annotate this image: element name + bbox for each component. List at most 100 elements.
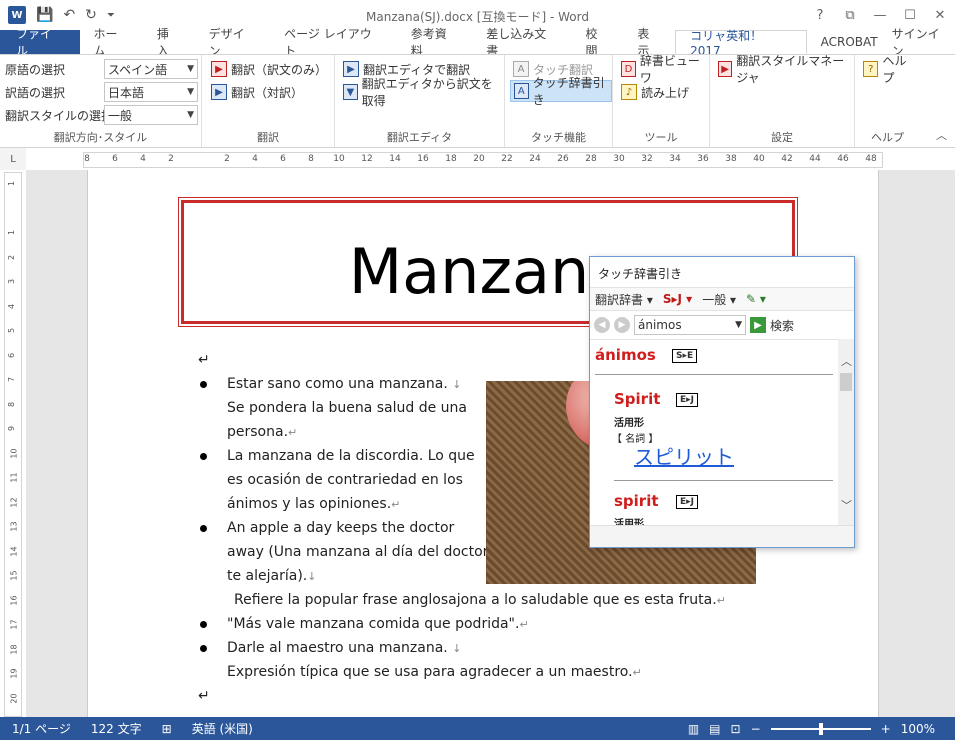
tab-file[interactable]: ファイル bbox=[0, 27, 80, 58]
style-manager-button[interactable]: ▶ 翻訳スタイルマネージャ bbox=[715, 54, 854, 85]
text-line[interactable]: "Más vale manzana comida que podrida".↵ bbox=[227, 616, 529, 632]
redo-icon[interactable]: ↻ bbox=[85, 7, 97, 23]
touch-dictionary-button[interactable]: A タッチ辞書引き bbox=[510, 76, 612, 107]
ruler-tick: 28 bbox=[585, 154, 597, 164]
ruler-tick: 2 bbox=[224, 154, 230, 164]
status-bar: 1/1 ページ 122 文字 ⊞ 英語 (米国) ▥ ▤ ⊡ − + 100% bbox=[0, 717, 955, 740]
dictionary-select[interactable]: 翻訳辞書 ▾ bbox=[595, 291, 653, 308]
collapse-ribbon-icon[interactable]: ︿ bbox=[936, 127, 947, 143]
vertical-ruler[interactable]: 1 1 2 3 4 5 6 7 8 9 10 11 12 13 14 15 16 17 18 19 20 bbox=[4, 172, 22, 717]
zoom-slider-knob[interactable] bbox=[818, 722, 823, 735]
popup-scrollbar[interactable]: ︿ ﹀ bbox=[838, 339, 854, 525]
dictionary-viewer-button[interactable]: D 辞書ビューワ bbox=[618, 54, 709, 85]
ruler-tick: 15 bbox=[9, 570, 19, 581]
translation-link[interactable]: スピリット bbox=[634, 441, 734, 470]
tab-references[interactable]: 参考資料 bbox=[397, 27, 473, 58]
tab-korya-eiwa[interactable]: コリャ英和！2017 bbox=[675, 29, 807, 58]
translate-parallel-button[interactable]: ▶ 翻訳（対訳） bbox=[208, 81, 306, 103]
tab-page-layout[interactable]: ページ レイアウト bbox=[270, 27, 397, 58]
scroll-thumb[interactable] bbox=[840, 373, 852, 391]
ruler-tick: 3 bbox=[7, 278, 17, 285]
text-line[interactable]: Expresión típica que se usa para agradec… bbox=[227, 664, 642, 680]
quick-access-toolbar: W 💾 ↶ ↻ ⏷ bbox=[0, 6, 200, 24]
search-button[interactable]: 検索 bbox=[770, 317, 794, 334]
search-input[interactable]: ánimos ▼ bbox=[634, 315, 746, 335]
signin-link[interactable]: サインイン bbox=[892, 27, 955, 58]
ruler-tick: 7 bbox=[7, 376, 17, 383]
customize-qat-icon[interactable]: ⏷ bbox=[107, 10, 115, 21]
target-language-select[interactable]: 日本語 ▼ bbox=[104, 82, 198, 102]
tab-insert[interactable]: 挿入 bbox=[143, 27, 195, 58]
text-line[interactable]: Darle al maestro una manzana. ↓ bbox=[227, 640, 461, 656]
tab-selector[interactable]: L bbox=[0, 148, 26, 170]
bullet-icon bbox=[200, 645, 207, 652]
scroll-up-icon[interactable]: ︿ bbox=[841, 353, 852, 369]
ruler-tick: 12 bbox=[9, 496, 19, 508]
tab-mailings[interactable]: 差し込み文書 bbox=[472, 27, 571, 58]
scroll-down-icon[interactable]: ﹀ bbox=[841, 497, 852, 513]
text-line[interactable]: Refiere la popular frase anglosajona a l… bbox=[234, 592, 726, 608]
minimize-button[interactable]: — bbox=[865, 0, 895, 30]
get-from-editor-button[interactable]: ▼ 翻訳エディタから訳文を取得 bbox=[340, 77, 504, 108]
read-aloud-button[interactable]: ♪ 読み上げ bbox=[618, 81, 692, 103]
undo-icon[interactable]: ↶ bbox=[63, 7, 75, 23]
zoom-slider[interactable] bbox=[770, 722, 871, 735]
text-line[interactable]: Estar sano como una manzana. ↓ bbox=[227, 376, 461, 392]
tab-acrobat[interactable]: ACROBAT bbox=[807, 30, 892, 54]
text-line[interactable]: Se pondera la buena salud de una bbox=[227, 400, 467, 416]
ruler-tick: 20 bbox=[473, 154, 485, 164]
popup-resize-grip[interactable] bbox=[590, 525, 854, 547]
group-label: タッチ機能 bbox=[531, 131, 586, 144]
ruler-tick: 46 bbox=[837, 154, 849, 164]
tab-home[interactable]: ホーム bbox=[80, 27, 143, 58]
touch-dictionary-window[interactable]: タッチ辞書引き 翻訳辞書 ▾ S▸J ▾ 一般 ▾ ✎ ▾ ◀ ▶ ánimos… bbox=[589, 256, 855, 548]
word-app-icon[interactable]: W bbox=[8, 6, 26, 24]
search-go-icon[interactable]: ▶ bbox=[750, 317, 766, 333]
ruler-tick: 38 bbox=[725, 154, 737, 164]
language-indicator[interactable]: 英語 (米国) bbox=[180, 720, 261, 737]
tab-view[interactable]: 表示 bbox=[623, 27, 675, 58]
text-line[interactable]: La manzana de la discordia. Lo que bbox=[227, 448, 475, 464]
translation-style-select[interactable]: 一般 ▼ bbox=[104, 105, 198, 125]
text-line[interactable]: te alejaría).↓ bbox=[227, 568, 316, 584]
horizontal-ruler[interactable]: 8 6 4 2 2 4 6 8 10 12 14 16 18 20 22 24 26 28 30 32 34 36 38 40… bbox=[83, 152, 883, 168]
back-icon[interactable]: ◀ bbox=[594, 317, 610, 333]
save-icon[interactable]: 💾 bbox=[36, 7, 53, 23]
word-count[interactable]: 122 文字 bbox=[79, 720, 150, 737]
text-line[interactable]: away (Una manzana al día del doctor bbox=[227, 544, 488, 560]
translation-style-value: 一般 bbox=[108, 108, 133, 123]
zoom-level[interactable]: 100% bbox=[901, 722, 935, 736]
page-count[interactable]: 1/1 ページ bbox=[0, 720, 79, 737]
proofing-icon[interactable]: ⊞ bbox=[150, 722, 180, 736]
text-line[interactable]: ánimos y las opiniones.↵ bbox=[227, 496, 400, 512]
web-layout-icon[interactable]: ⊡ bbox=[731, 722, 741, 736]
print-layout-icon[interactable]: ▤ bbox=[709, 722, 720, 736]
forward-icon[interactable]: ▶ bbox=[614, 317, 630, 333]
translate-only-button[interactable]: ▶ 翻訳（訳文のみ） bbox=[208, 58, 330, 80]
text-line[interactable]: persona.↵ bbox=[227, 424, 297, 440]
dictionary-results[interactable]: ánimos S▸E Spirit E▸J 活用形 【 名詞 】 スピリット s… bbox=[590, 339, 838, 525]
help-icon[interactable]: ? bbox=[805, 0, 835, 30]
group-help: ? ヘルプ ヘルプ bbox=[855, 54, 920, 147]
ruler-tick: 5 bbox=[7, 327, 17, 334]
text-line[interactable]: es ocasión de contrariedad en los bbox=[227, 472, 463, 488]
entry-word[interactable]: Spirit bbox=[614, 390, 660, 408]
editor-icon: ▶ bbox=[343, 61, 359, 77]
zoom-out-button[interactable]: − bbox=[751, 722, 761, 736]
text-span: Expresión típica que se usa para agradec… bbox=[227, 664, 633, 680]
chevron-down-icon[interactable]: ▼ bbox=[735, 320, 742, 330]
pen-icon[interactable]: ✎ ▾ bbox=[746, 292, 766, 306]
style-select[interactable]: 一般 ▾ bbox=[702, 291, 736, 308]
help-button[interactable]: ? ヘルプ bbox=[860, 54, 920, 85]
ribbon-display-icon[interactable]: ⧉ bbox=[835, 0, 865, 30]
tab-design[interactable]: デザイン bbox=[195, 27, 271, 58]
direction-select[interactable]: S▸J ▾ bbox=[663, 292, 692, 306]
source-language-select[interactable]: スペイン語 ▼ bbox=[104, 59, 198, 79]
read-mode-icon[interactable]: ▥ bbox=[688, 722, 699, 736]
tab-review[interactable]: 校閲 bbox=[572, 27, 624, 58]
text-line[interactable]: An apple a day keeps the doctor bbox=[227, 520, 454, 536]
zoom-in-button[interactable]: + bbox=[881, 722, 891, 736]
translate-icon: ▶ bbox=[211, 61, 227, 77]
source-language-value: スペイン語 bbox=[108, 62, 168, 77]
entry-word[interactable]: spirit bbox=[614, 492, 659, 510]
